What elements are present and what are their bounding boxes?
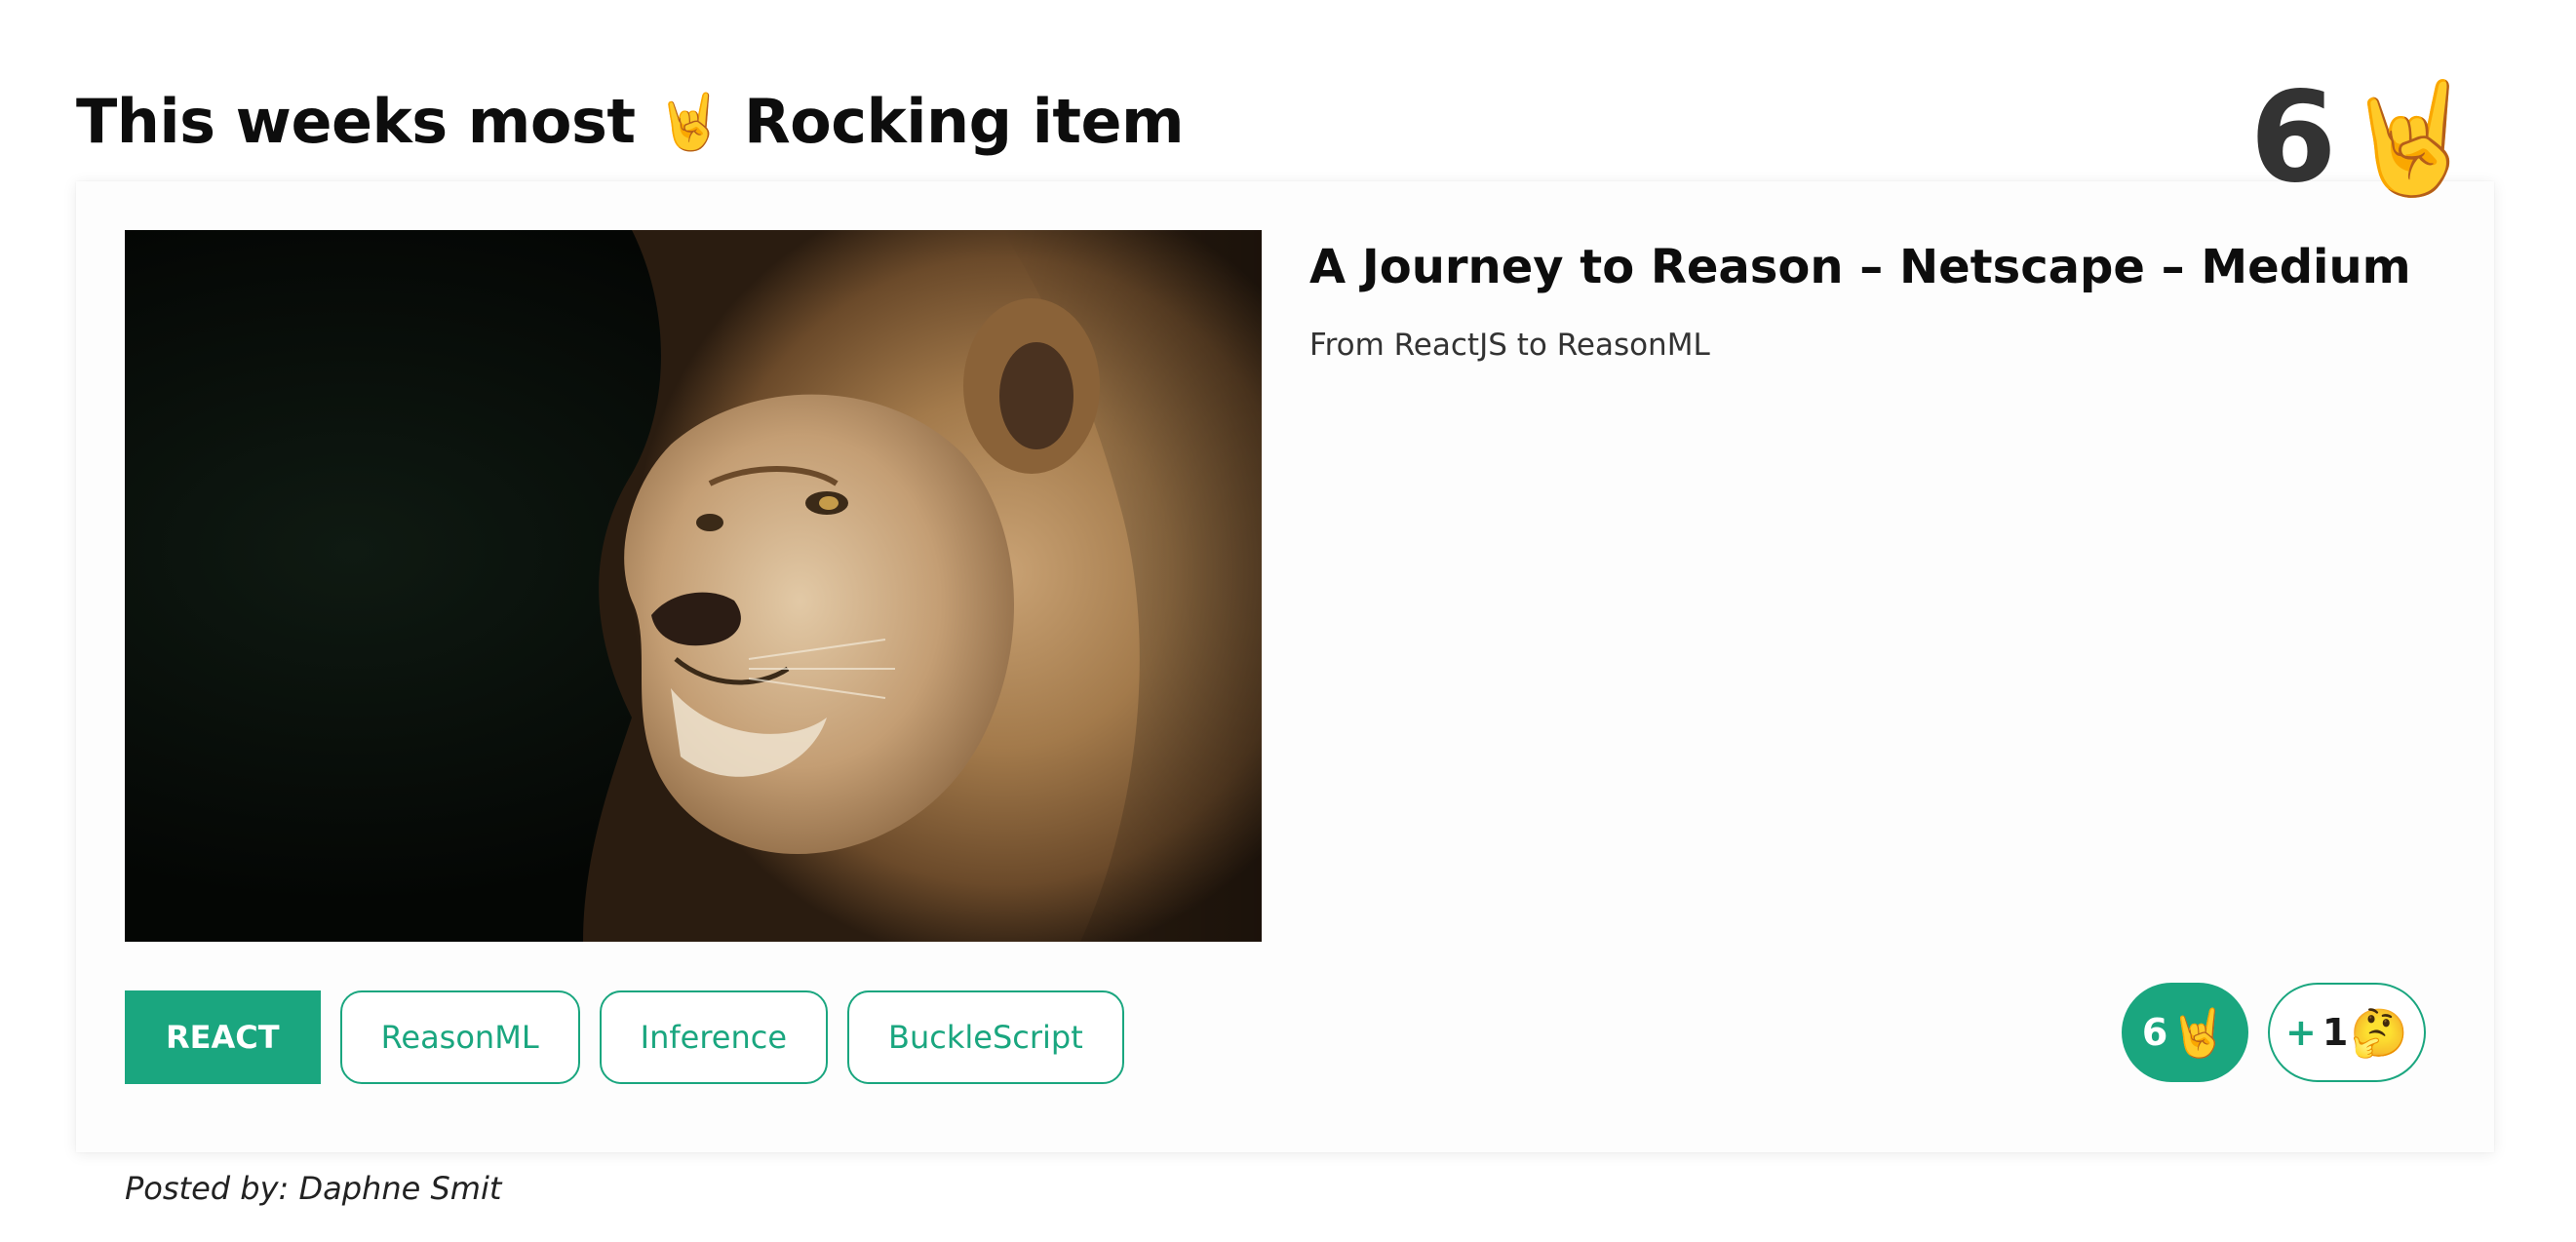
rock-hand-icon: 🤘 xyxy=(2169,1005,2229,1061)
tag-inference[interactable]: Inference xyxy=(599,990,829,1084)
title-prefix: This weeks most xyxy=(76,86,636,157)
rock-reaction-count: 6 xyxy=(2141,1011,2168,1054)
rock-hand-icon: 🤘 xyxy=(655,91,724,154)
rock-reaction-button[interactable]: 6 🤘 xyxy=(2122,983,2248,1082)
item-image[interactable] xyxy=(125,230,1262,942)
rock-hand-icon: 🤘 xyxy=(2342,75,2478,202)
total-score: 6 🤘 xyxy=(2249,76,2478,201)
reaction-buttons: 6 🤘 + 1 🤔 xyxy=(2122,983,2426,1082)
tag-list: REACT ReasonML Inference BuckleScript xyxy=(125,990,1124,1084)
tag-bucklescript[interactable]: BuckleScript xyxy=(847,990,1124,1084)
thinking-reaction-button[interactable]: + 1 🤔 xyxy=(2268,983,2426,1082)
lion-image xyxy=(125,230,1262,942)
plus-icon: + xyxy=(2284,1011,2317,1054)
item-card: A Journey to Reason – Netscape – Medium … xyxy=(76,181,2494,1152)
tag-react[interactable]: REACT xyxy=(125,990,321,1084)
posted-by: Posted by: Daphne Smit xyxy=(125,1170,502,1207)
total-score-number: 6 xyxy=(2249,65,2337,211)
page-title: This weeks most 🤘 Rocking item xyxy=(76,91,1185,154)
thinking-face-icon: 🤔 xyxy=(2350,1005,2409,1061)
thinking-reaction-count: 1 xyxy=(2322,1011,2349,1054)
page: This weeks most 🤘 Rocking item 6 🤘 A Jou… xyxy=(0,0,2576,1242)
item-title[interactable]: A Journey to Reason – Netscape – Medium xyxy=(1309,240,2411,296)
tag-reasonml[interactable]: ReasonML xyxy=(339,990,580,1084)
title-suffix: Rocking item xyxy=(743,86,1185,157)
item-subtitle: From ReactJS to ReasonML xyxy=(1309,328,1710,363)
